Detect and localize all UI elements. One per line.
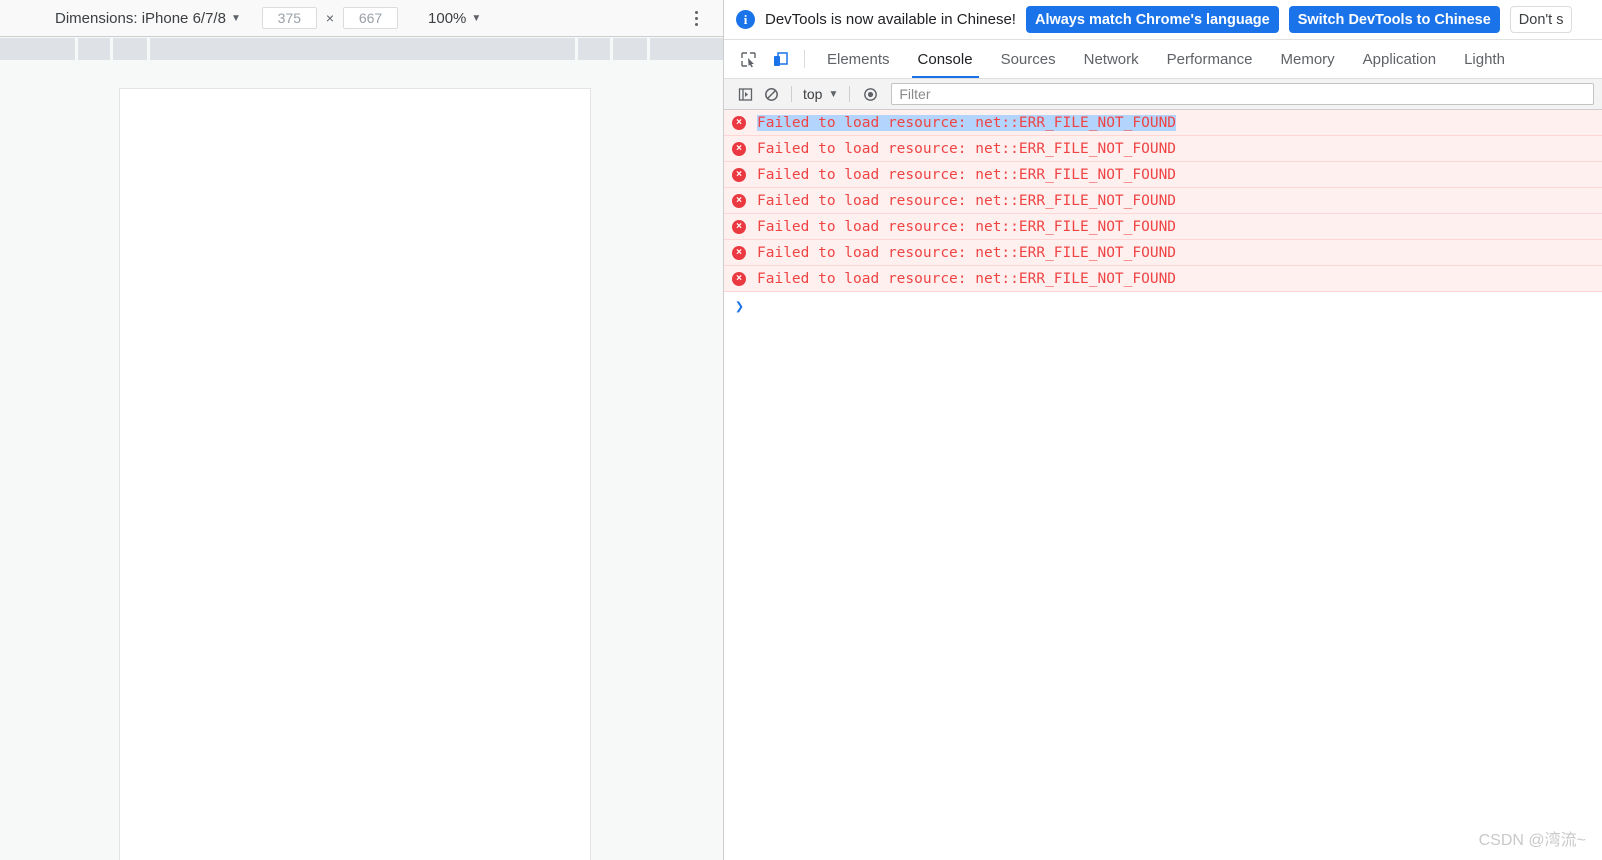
console-message-text: Failed to load resource: net::ERR_FILE_N… — [757, 244, 1177, 261]
tab-lighthouse[interactable]: Lighth — [1450, 40, 1519, 78]
console-message-row[interactable]: × Failed to load resource: net::ERR_FILE… — [724, 240, 1602, 266]
switch-devtools-to-chinese-button[interactable]: Switch DevTools to Chinese — [1288, 6, 1500, 33]
error-circle-icon: × — [732, 141, 746, 156]
console-message-row[interactable]: × Failed to load resource: net::ERR_FILE… — [724, 214, 1602, 240]
device-emulation-pane: Dimensions: iPhone 6/7/8 ▼ × 100% ▼ — [0, 0, 723, 860]
console-message-row[interactable]: × Failed to load resource: net::ERR_FILE… — [724, 188, 1602, 214]
banner-message: DevTools is now available in Chinese! — [765, 11, 1016, 28]
ruler-tick — [610, 38, 613, 60]
tab-elements[interactable]: Elements — [813, 40, 904, 78]
devtools-panel: i DevTools is now available in Chinese! … — [723, 0, 1602, 860]
eye-icon[interactable] — [857, 81, 883, 107]
error-circle-icon: × — [732, 115, 746, 130]
toolbar-divider — [849, 86, 851, 102]
always-match-chrome-language-button[interactable]: Always match Chrome's language — [1025, 6, 1279, 33]
error-circle-icon: × — [732, 219, 746, 234]
error-circle-icon: × — [732, 193, 746, 208]
viewport-ruler[interactable] — [0, 38, 723, 60]
ruler-tick — [575, 38, 578, 60]
console-message-text: Failed to load resource: net::ERR_FILE_N… — [757, 166, 1177, 183]
viewport-height-input[interactable] — [343, 7, 399, 29]
console-sidebar-toggle-icon[interactable] — [732, 81, 758, 107]
tab-application[interactable]: Application — [1349, 40, 1450, 78]
console-message-text: Failed to load resource: net::ERR_FILE_N… — [757, 114, 1177, 131]
devtools-tabbar: Elements Console Sources Network Perform… — [724, 40, 1602, 79]
ruler-tick — [75, 38, 78, 60]
execution-context-label: top — [803, 86, 823, 102]
error-circle-icon: × — [732, 167, 746, 182]
dont-show-again-button[interactable]: Don't s — [1509, 6, 1573, 33]
console-input-prompt[interactable]: ❯ — [724, 292, 1602, 320]
chevron-down-icon: ▼ — [471, 13, 482, 24]
zoom-label: 100% — [428, 9, 467, 27]
device-viewport-screen[interactable] — [119, 88, 591, 860]
device-toolbar-toggle-icon[interactable] — [764, 40, 796, 78]
tab-sources[interactable]: Sources — [987, 40, 1070, 78]
console-message-text: Failed to load resource: net::ERR_FILE_N… — [757, 270, 1177, 287]
console-message-text: Failed to load resource: net::ERR_FILE_N… — [757, 140, 1177, 157]
prompt-chevron-icon: ❯ — [735, 297, 745, 315]
three-dot-vertical-menu-icon — [694, 23, 698, 26]
watermark-text: CSDN @湾流~ — [1478, 832, 1586, 849]
error-circle-icon: × — [732, 245, 746, 260]
chevron-down-icon: ▼ — [828, 89, 839, 100]
console-message-row[interactable]: × Failed to load resource: net::ERR_FILE… — [724, 162, 1602, 188]
console-message-list[interactable]: × Failed to load resource: net::ERR_FILE… — [724, 110, 1602, 860]
tab-network[interactable]: Network — [1070, 40, 1153, 78]
tab-performance[interactable]: Performance — [1153, 40, 1267, 78]
ruler-tick — [647, 38, 650, 60]
dimensions-dropdown[interactable]: Dimensions: iPhone 6/7/8 ▼ — [55, 10, 241, 27]
info-icon: i — [736, 10, 755, 29]
execution-context-dropdown[interactable]: top ▼ — [799, 86, 842, 102]
tab-console[interactable]: Console — [904, 40, 987, 78]
viewport-width-input[interactable] — [261, 7, 317, 29]
device-toolbar: Dimensions: iPhone 6/7/8 ▼ × 100% ▼ — [0, 0, 723, 37]
devtools-window: Dimensions: iPhone 6/7/8 ▼ × 100% ▼ — [0, 0, 1602, 860]
console-message-row[interactable]: × Failed to load resource: net::ERR_FILE… — [724, 110, 1602, 136]
dimension-multiply-symbol: × — [325, 10, 335, 26]
clear-console-icon[interactable] — [758, 81, 784, 107]
panel-resize-handle[interactable] — [714, 40, 723, 60]
language-notification-banner: i DevTools is now available in Chinese! … — [724, 0, 1602, 40]
tabbar-divider — [804, 50, 805, 68]
three-dot-vertical-menu-icon — [694, 11, 698, 14]
console-message-row[interactable]: × Failed to load resource: net::ERR_FILE… — [724, 266, 1602, 292]
console-message-text: Failed to load resource: net::ERR_FILE_N… — [757, 192, 1177, 209]
ruler-tick — [147, 38, 150, 60]
console-message-row[interactable]: × Failed to load resource: net::ERR_FILE… — [724, 136, 1602, 162]
device-more-options-button[interactable] — [686, 8, 706, 29]
zoom-dropdown[interactable]: 100% ▼ — [428, 10, 481, 27]
tab-memory[interactable]: Memory — [1267, 40, 1349, 78]
console-message-text: Failed to load resource: net::ERR_FILE_N… — [757, 218, 1177, 235]
console-toolbar: top ▼ — [724, 79, 1602, 110]
console-filter-input[interactable] — [891, 83, 1594, 105]
ruler-tick — [110, 38, 113, 60]
dimensions-label: Dimensions: iPhone 6/7/8 — [55, 9, 226, 27]
three-dot-vertical-menu-icon — [694, 17, 698, 20]
error-circle-icon: × — [732, 271, 746, 286]
chevron-down-icon: ▼ — [230, 13, 241, 24]
inspect-element-icon[interactable] — [732, 40, 764, 78]
toolbar-divider — [791, 86, 792, 102]
